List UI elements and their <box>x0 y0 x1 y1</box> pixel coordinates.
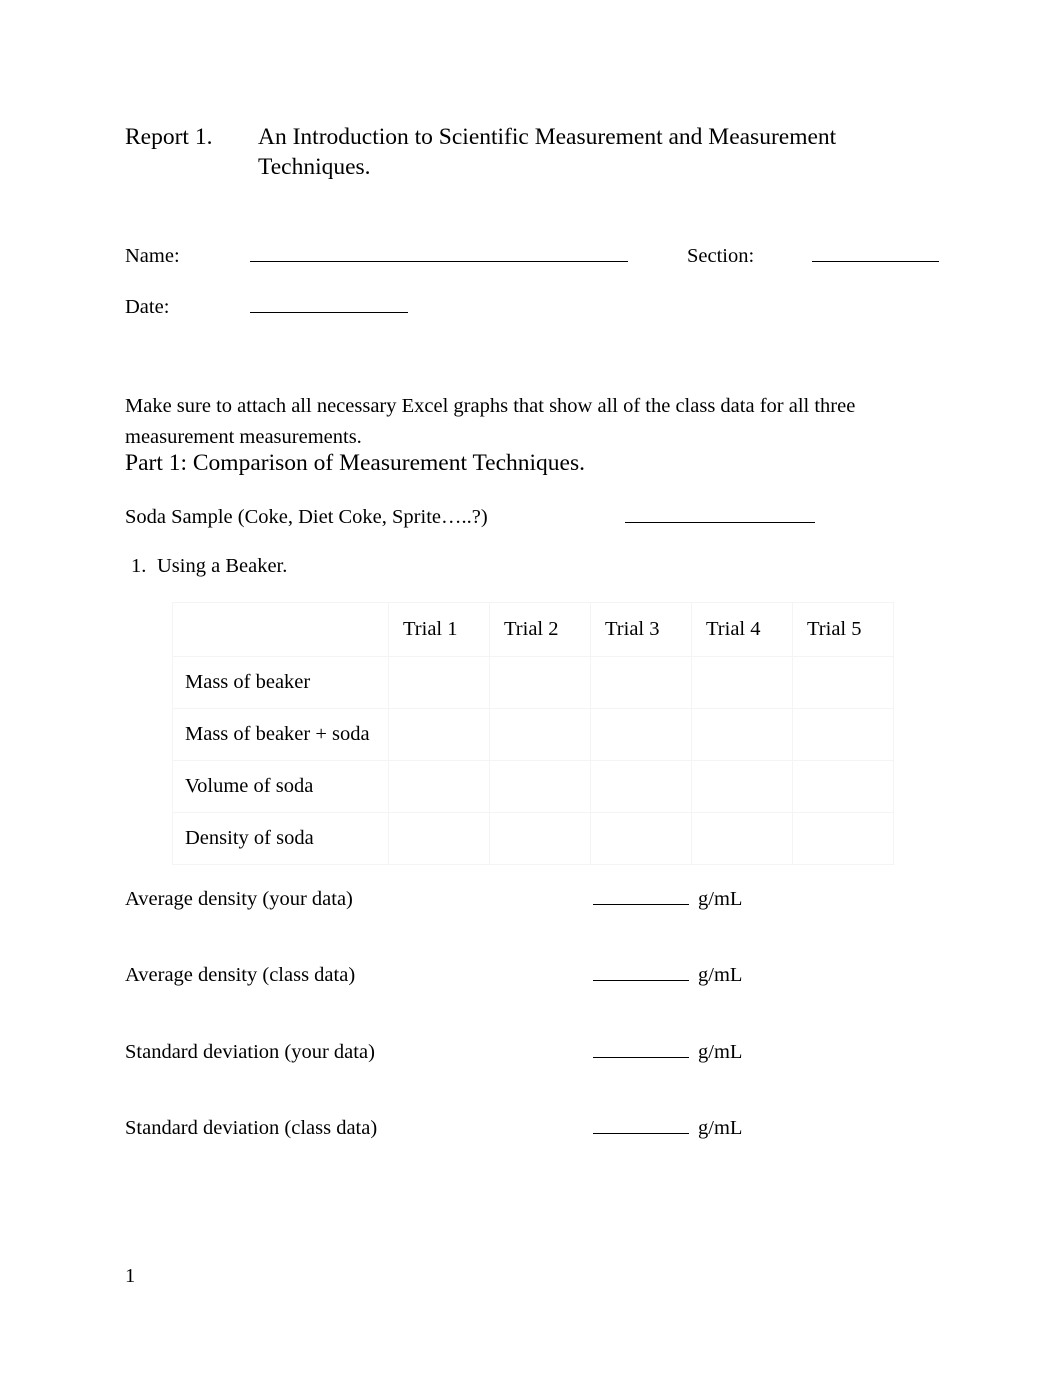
table-cell[interactable] <box>388 656 490 709</box>
report-title-text: An Introduction to Scientific Measuremen… <box>258 124 837 180</box>
table-row-label: Mass of beaker <box>172 656 389 709</box>
result-label: Average density (class data) <box>125 964 356 986</box>
instructions-paragraph: Make sure to attach all necessary Excel … <box>125 394 856 448</box>
soda-sample-row: Soda Sample (Coke, Diet Coke, Sprite…..?… <box>125 504 885 530</box>
result-input-blank[interactable] <box>593 980 689 981</box>
result-input-blank[interactable] <box>593 1133 689 1134</box>
table-row: Mass of beaker + soda <box>172 708 894 761</box>
report-number-label: Report 1. <box>125 124 213 150</box>
result-unit: g/mL <box>698 1117 743 1139</box>
table-header-trial-1: Trial 1 <box>388 602 490 657</box>
table-row-label: Density of soda <box>172 812 389 865</box>
name-input-blank[interactable] <box>250 261 628 262</box>
table-cell[interactable] <box>489 708 591 761</box>
result-row-standard-deviation-your-data: Standard deviation (your data) g/mL <box>125 1039 825 1065</box>
date-field-row: Date: <box>125 294 408 320</box>
result-unit: g/mL <box>698 964 743 986</box>
table-cell[interactable] <box>489 656 591 709</box>
table-cell[interactable] <box>792 656 894 709</box>
table-cell[interactable] <box>691 656 793 709</box>
section-field-row: Section: <box>687 243 939 269</box>
table-corner-header <box>172 602 389 657</box>
table-cell[interactable] <box>691 708 793 761</box>
table-header-trial-3: Trial 3 <box>590 602 692 657</box>
table-row: Mass of beaker <box>172 656 894 709</box>
table-cell[interactable] <box>590 812 692 865</box>
table-cell[interactable] <box>388 708 490 761</box>
table-cell[interactable] <box>388 812 490 865</box>
table-cell[interactable] <box>590 708 692 761</box>
list-item-label: Using a Beaker. <box>157 555 288 577</box>
table-cell[interactable] <box>792 760 894 813</box>
beaker-data-table: Trial 1 Trial 2 Trial 3 Trial 4 Trial 5 … <box>172 602 894 865</box>
result-row-average-density-class-data: Average density (class data) g/mL <box>125 962 825 988</box>
soda-sample-input-blank[interactable] <box>625 522 815 523</box>
date-input-blank[interactable] <box>250 312 408 313</box>
table-cell[interactable] <box>691 812 793 865</box>
result-label: Standard deviation (class data) <box>125 1117 378 1139</box>
table-row-label: Volume of soda <box>172 760 389 813</box>
result-unit: g/mL <box>698 1041 743 1063</box>
result-row-standard-deviation-class-data: Standard deviation (class data) g/mL <box>125 1115 825 1141</box>
table-cell[interactable] <box>590 760 692 813</box>
name-label: Name: <box>125 245 180 267</box>
soda-sample-label: Soda Sample (Coke, Diet Coke, Sprite…..?… <box>125 506 488 528</box>
list-item-number: 1. <box>131 555 147 577</box>
result-label: Average density (your data) <box>125 888 353 910</box>
table-cell[interactable] <box>590 656 692 709</box>
table-row-label: Mass of beaker + soda <box>172 708 389 761</box>
result-input-blank[interactable] <box>593 904 689 905</box>
table-header-trial-4: Trial 4 <box>691 602 793 657</box>
table-cell[interactable] <box>691 760 793 813</box>
table-row: Volume of soda <box>172 760 894 813</box>
table-cell[interactable] <box>388 760 490 813</box>
name-field-row: Name: <box>125 243 628 269</box>
result-unit: g/mL <box>698 888 743 910</box>
page-title: Report 1. An Introduction to Scientific … <box>125 122 925 182</box>
table-row: Density of soda <box>172 812 894 865</box>
table-header-trial-5: Trial 5 <box>792 602 894 657</box>
section-input-blank[interactable] <box>812 261 939 262</box>
part1-heading: Part 1: Comparison of Measurement Techni… <box>125 450 585 476</box>
result-label: Standard deviation (your data) <box>125 1041 375 1063</box>
title-row: Report 1. An Introduction to Scientific … <box>125 122 925 182</box>
table-cell[interactable] <box>792 708 894 761</box>
list-item: 1. Using a Beaker. <box>131 553 287 579</box>
table-cell[interactable] <box>792 812 894 865</box>
result-row-average-density-your-data: Average density (your data) g/mL <box>125 886 825 912</box>
date-label: Date: <box>125 296 170 318</box>
table-header-trial-2: Trial 2 <box>489 602 591 657</box>
table-cell[interactable] <box>489 812 591 865</box>
page-number: 1 <box>125 1265 136 1287</box>
section-label: Section: <box>687 245 755 267</box>
table-header-row: Trial 1 Trial 2 Trial 3 Trial 4 Trial 5 <box>172 602 894 657</box>
table-cell[interactable] <box>489 760 591 813</box>
document-page: Report 1. An Introduction to Scientific … <box>0 0 1062 1377</box>
result-input-blank[interactable] <box>593 1057 689 1058</box>
